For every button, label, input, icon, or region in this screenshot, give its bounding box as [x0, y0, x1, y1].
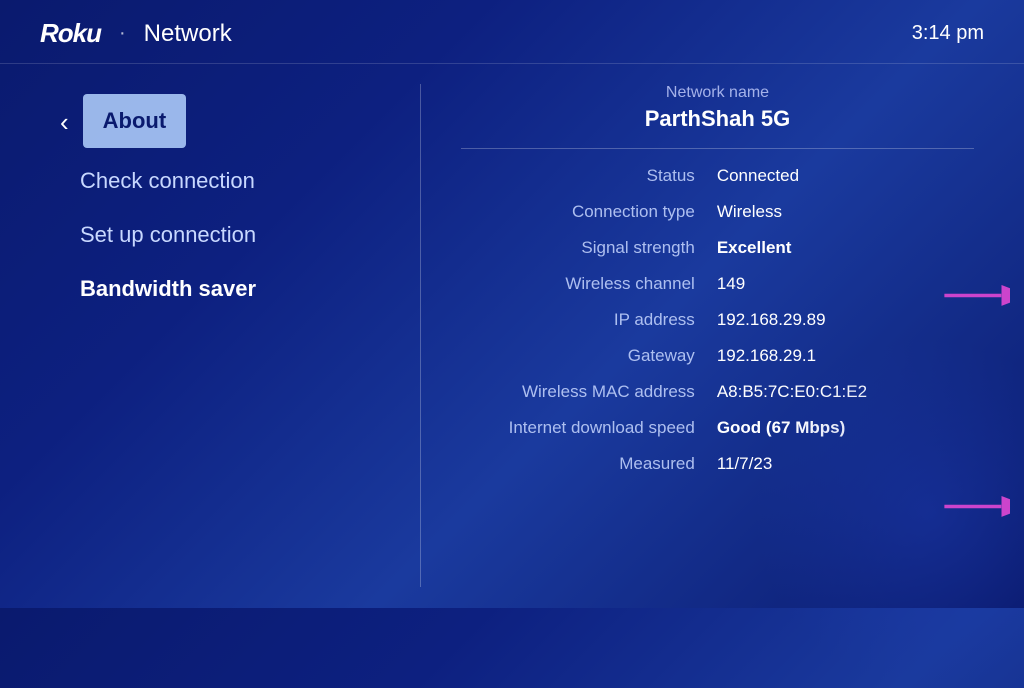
mac-address-value: A8:B5:7C:E0:C1:E2: [717, 382, 974, 402]
sidebar: ‹ About Check connection Set up connecti…: [0, 64, 420, 607]
table-row: Wireless channel 149: [461, 267, 974, 301]
clock: 3:14 pm: [912, 22, 984, 45]
right-panel: Network name ParthShah 5G Status Connect…: [421, 64, 1024, 607]
roku-logo: Roku: [40, 18, 101, 49]
table-row: IP address 192.168.29.89: [461, 303, 974, 337]
download-speed-label: Internet download speed: [461, 418, 717, 438]
table-row: Signal strength Excellent: [461, 231, 974, 265]
status-label: Status: [461, 166, 717, 186]
gateway-label: Gateway: [461, 346, 717, 366]
table-row: Status Connected: [461, 159, 974, 193]
download-speed-value: Good (67 Mbps): [717, 418, 974, 438]
back-button[interactable]: ‹: [60, 107, 69, 138]
info-table: Status Connected Connection type Wireles…: [461, 159, 974, 481]
wireless-channel-label: Wireless channel: [461, 274, 717, 294]
connection-type-value: Wireless: [717, 202, 974, 222]
mac-address-label: Wireless MAC address: [461, 382, 717, 402]
table-row: Gateway 192.168.29.1: [461, 339, 974, 373]
connection-type-label: Connection type: [461, 202, 717, 222]
sidebar-item-bandwidth-saver[interactable]: Bandwidth saver: [60, 262, 420, 316]
back-button-row: ‹ About: [60, 94, 420, 148]
table-row: Wireless MAC address A8:B5:7C:E0:C1:E2: [461, 375, 974, 409]
ip-address-value: 192.168.29.89: [717, 310, 974, 330]
sidebar-item-about[interactable]: About: [83, 94, 187, 148]
signal-strength-value: Excellent: [717, 238, 974, 258]
network-name-label: Network name: [461, 84, 974, 102]
header-dot: ·: [119, 22, 126, 45]
network-name-section: Network name ParthShah 5G: [461, 84, 974, 149]
main-content: ‹ About Check connection Set up connecti…: [0, 64, 1024, 607]
ip-address-label: IP address: [461, 310, 717, 330]
gateway-value: 192.168.29.1: [717, 346, 974, 366]
table-row: Internet download speed Good (67 Mbps): [461, 411, 974, 445]
header: Roku · Network 3:14 pm: [0, 0, 1024, 64]
header-left: Roku · Network: [40, 18, 232, 49]
table-row: Connection type Wireless: [461, 195, 974, 229]
sidebar-item-set-up-connection[interactable]: Set up connection: [60, 208, 420, 262]
sidebar-item-check-connection[interactable]: Check connection: [60, 154, 420, 208]
status-value: Connected: [717, 166, 974, 186]
network-name-value: ParthShah 5G: [461, 106, 974, 132]
wireless-channel-value: 149: [717, 274, 974, 294]
table-row: Measured 11/7/23: [461, 447, 974, 481]
page-title: Network: [144, 20, 232, 48]
measured-label: Measured: [461, 454, 717, 474]
signal-strength-label: Signal strength: [461, 238, 717, 258]
measured-value: 11/7/23: [717, 454, 974, 474]
